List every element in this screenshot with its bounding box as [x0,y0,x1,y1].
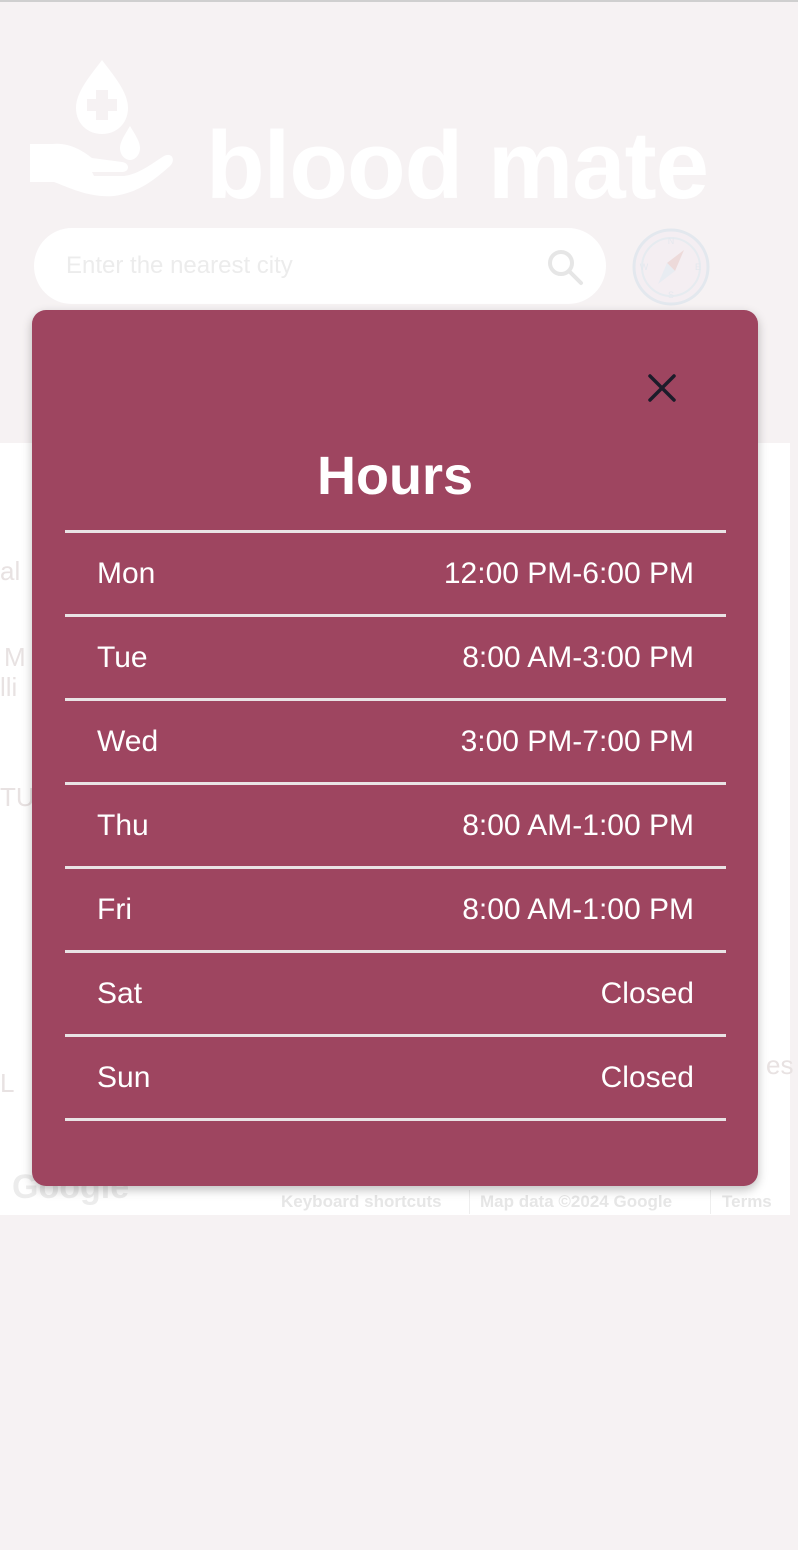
hours-day: Wed [97,725,159,758]
logo-text: blood mate [206,112,709,219]
top-rule [0,0,798,2]
hours-day: Fri [97,893,132,926]
hours-row: Sat Closed [65,953,726,1037]
hours-row: Mon 12:00 PM-6:00 PM [65,533,726,617]
search-icon[interactable] [546,248,584,286]
map-label: M [4,642,26,672]
hours-row: Fri 8:00 AM-1:00 PM [65,869,726,953]
hours-time: Closed [600,977,694,1010]
hours-day: Sun [97,1061,151,1094]
hours-row: Tue 8:00 AM-3:00 PM [65,617,726,701]
search-box [34,228,606,304]
hours-day: Mon [97,557,156,590]
hours-row: Thu 8:00 AM-1:00 PM [65,785,726,869]
compass-n-label: N [668,236,675,246]
hours-day: Sat [97,977,143,1010]
hours-time: Closed [600,1061,694,1094]
hours-time: 8:00 AM-3:00 PM [462,641,694,674]
hours-list: Mon 12:00 PM-6:00 PM Tue 8:00 AM-3:00 PM… [65,530,726,1121]
hours-row: Wed 3:00 PM-7:00 PM [65,701,726,785]
hours-time: 12:00 PM-6:00 PM [443,557,694,590]
hours-time: 8:00 AM-1:00 PM [462,809,694,842]
search-input[interactable] [66,228,536,304]
modal-title: Hours [316,446,473,506]
map-data-attribution: Map data ©2024 Google [480,1192,673,1211]
hours-time: 3:00 PM-7:00 PM [460,725,694,758]
hours-time: 8:00 AM-1:00 PM [462,893,694,926]
map-label: es [766,1050,794,1080]
map-label: TU [0,782,35,812]
close-icon[interactable] [634,360,690,416]
map-label: al [0,556,21,586]
blood-hand-icon [30,60,173,197]
hours-day: Tue [97,641,148,674]
hours-day: Thu [97,809,149,842]
close-button[interactable] [634,360,690,416]
compass-s-label: S [668,290,674,300]
hours-modal: Hours Mon 12:00 PM-6:00 PM Tue 8:00 AM-3… [32,310,758,1186]
compass-w-label: W [640,262,649,272]
keyboard-shortcuts-link[interactable]: Keyboard shortcuts [281,1192,442,1214]
map-label: L [0,1068,15,1098]
terms-link[interactable]: Terms [722,1192,772,1214]
attribution-divider [710,1190,711,1214]
compass-icon[interactable]: N S E W [632,228,710,306]
blood-mate-logo: blood mate [30,58,770,214]
hours-row: Sun Closed [65,1037,726,1121]
map-label: lli [0,672,18,702]
compass-e-label: E [695,262,701,272]
attribution-divider [469,1190,470,1214]
